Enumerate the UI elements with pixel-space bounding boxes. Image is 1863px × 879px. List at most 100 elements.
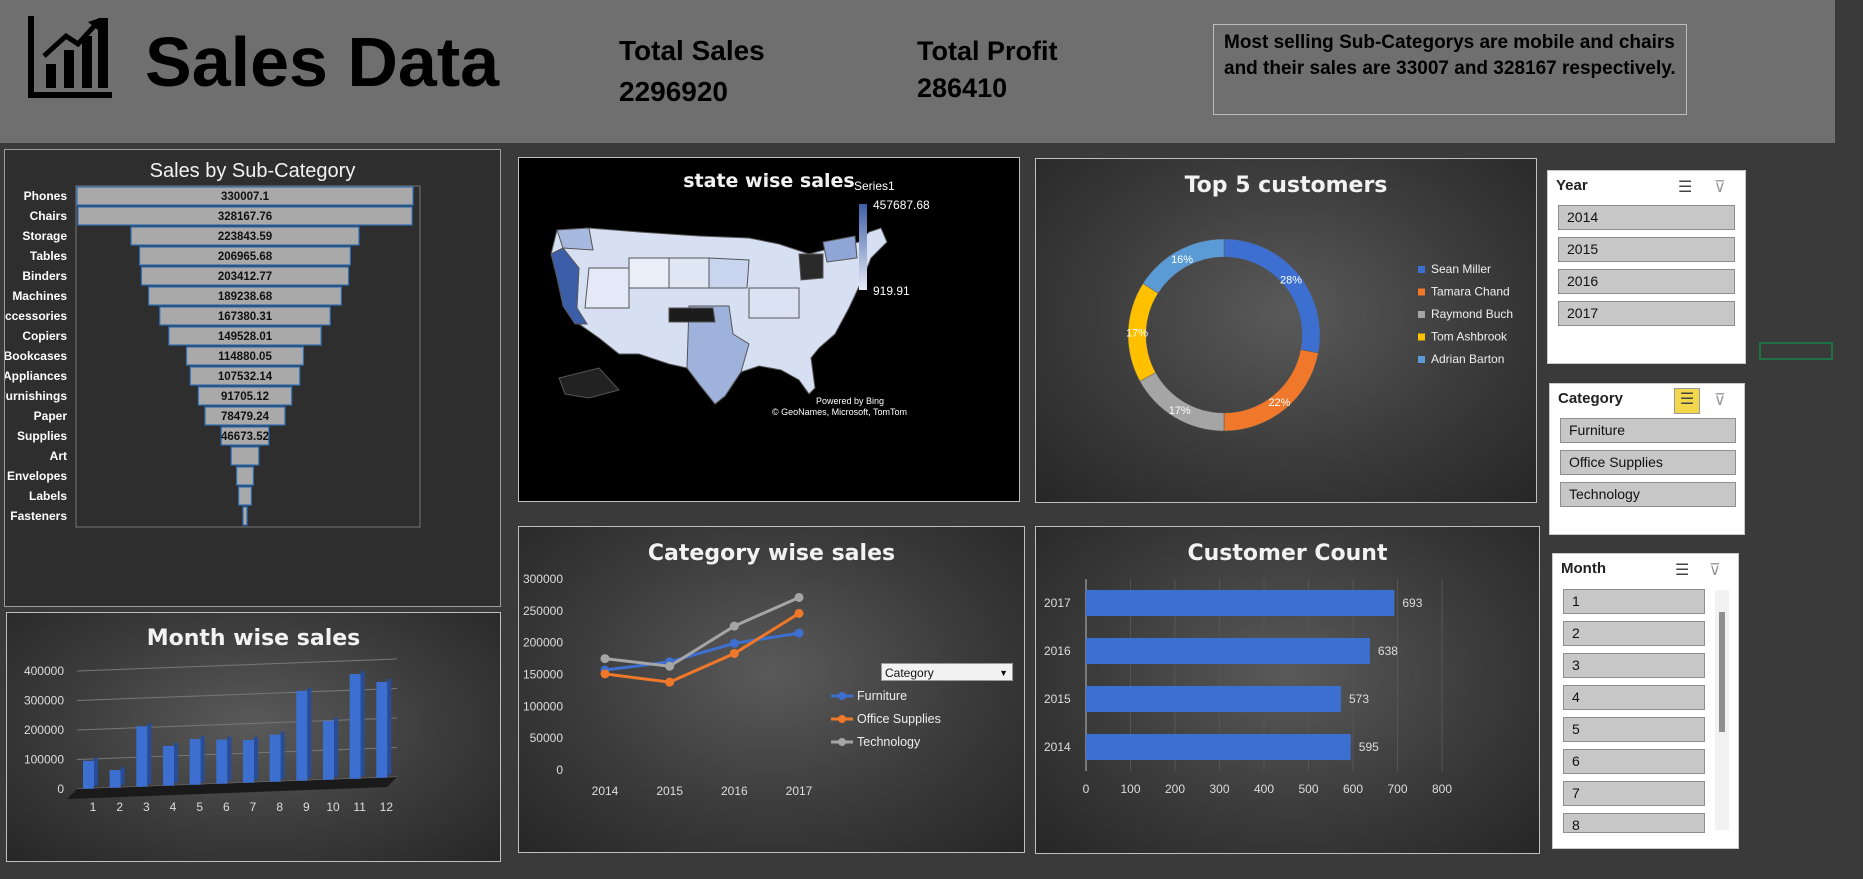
month-item[interactable]: 4 [1563,685,1705,710]
month-xtick-label: 6 [223,800,230,814]
clear-filter-icon[interactable]: ⊽ [1709,560,1721,580]
month-xtick-label: 12 [380,800,394,814]
category-legend-label: Office Supplies [857,712,941,726]
funnel-data-label: 149528.01 [218,331,273,343]
category-ytick-label: 0 [556,763,563,777]
category-legend-marker [838,715,846,723]
scrollbar-thumb[interactable] [1719,612,1725,732]
month-item[interactable]: 1 [1563,589,1705,614]
month-item[interactable]: 3 [1563,653,1705,678]
clear-filter-icon[interactable]: ⊽ [1714,390,1726,410]
category-ytick-label: 200000 [523,636,563,650]
year-item-2016[interactable]: 2016 [1558,269,1735,294]
month-xtick-label: 7 [250,800,257,814]
multi-select-icon[interactable]: ☰ [1674,388,1700,414]
customer-count-panel[interactable]: Customer Count 0 100 200 300 400 500 600 700 800… [1035,526,1540,854]
category-slicer[interactable]: Category ☰ ⊽ Furniture Office Supplies T… [1549,383,1745,535]
category-item-technology[interactable]: Technology [1560,482,1736,507]
month-bar [243,740,254,783]
total-sales-value: 2296920 [619,76,729,107]
map-legend-series: Series1 [854,179,895,193]
customer-xtick-label: 200 [1165,782,1185,796]
month-xtick-label: 9 [303,800,310,814]
map-credit-bing: Powered by Bing [816,396,885,406]
customer-data-label: 638 [1378,644,1398,658]
month-slicer-scrollbar[interactable] [1715,590,1729,830]
category-point [794,608,804,618]
category-filter-label: Category [885,666,934,680]
month-item[interactable]: 7 [1563,781,1705,806]
selected-cell[interactable] [1759,342,1833,360]
category-xtick-label: 2014 [592,784,619,798]
category-ytick-label: 100000 [523,699,563,713]
customer-bar [1086,590,1395,616]
category-series-line [604,631,800,672]
year-item-2015[interactable]: 2015 [1558,237,1735,262]
category-filter-dropdown[interactable]: Category ▼ [881,663,1013,681]
month-gridline [76,747,398,760]
customer-ytick-label: 2014 [1044,740,1071,754]
month-item[interactable]: 6 [1563,749,1705,774]
funnel-category-label: Furnishings [5,389,67,403]
funnel-category-label: Supplies [17,429,67,443]
customer-data-label: 595 [1359,740,1379,754]
total-profit-label: Total Profit [917,36,1058,66]
category-item-office-supplies[interactable]: Office Supplies [1560,450,1736,475]
funnel-chart: Phones 330007.1 Chairs 328167.76 Storage 2238… [5,185,421,528]
month-item[interactable]: 2 [1563,621,1705,646]
month-ytick-label: 200000 [24,723,64,737]
month-item[interactable]: 5 [1563,717,1705,742]
clear-filter-icon[interactable]: ⊽ [1714,177,1726,197]
month-bar-chart: 01000002000003000004000001 2 3 4 5 6 7 8 9 10 11 12 [24,658,398,814]
insight-note: Most selling Sub-Categorys are mobile an… [1213,24,1687,115]
month-bar-side [280,731,285,779]
donut-legend-swatch [1418,311,1425,318]
year-slicer-title: Year [1556,177,1588,194]
slicer-toolbar: ☰ ⊽ [1674,388,1734,414]
map-credit-sources: © GeoNames, Microsoft, TomTom [772,407,907,417]
donut-data-label: 16% [1171,254,1193,266]
multi-select-icon[interactable]: ☰ [1675,560,1689,580]
month-bar [163,745,174,786]
month-xtick-label: 2 [116,800,123,814]
month-xtick-label: 8 [276,800,283,814]
category-item-furniture[interactable]: Furniture [1560,418,1736,443]
month-bar [83,760,94,789]
customer-bar [1086,734,1351,760]
month-xtick-label: 1 [90,800,97,814]
top-customers-panel[interactable]: Top 5 customers 28% 22% 17% 17% 16% Sean Mill… [1035,158,1537,503]
month-item[interactable]: 8 [1563,813,1705,833]
category-point [729,648,739,658]
category-point [794,628,804,638]
funnel-category-label: Accessories [5,309,67,323]
month-gridline [76,688,398,701]
month-bar-side [360,671,365,776]
month-bar [349,674,361,779]
month-bar-side [147,723,152,784]
multi-select-icon[interactable]: ☰ [1678,177,1692,197]
funnel-data-label: 189238.68 [218,291,273,303]
year-item-2014[interactable]: 2014 [1558,205,1735,230]
dashboard-title: Sales Data [145,23,500,101]
month-sales-panel[interactable]: Month wise sales 0 100000 200000 300000 4000… [6,612,501,862]
year-item-2017[interactable]: 2017 [1558,301,1735,326]
year-slicer[interactable]: Year ☰ ⊽ 2014 2015 2016 2017 [1547,170,1746,364]
month-bar [109,770,121,788]
sales-by-subcategory-panel[interactable]: Sales by Sub-Category Phones 330007.1 Chai… [4,149,501,607]
month-bar [216,739,228,784]
month-bar [376,681,388,778]
funnel-category-label: Tables [30,249,67,263]
funnel-data-label: 46673.52 [221,431,269,443]
month-bar [323,720,334,780]
slicer-toolbar: ☰ ⊽ [1678,177,1734,199]
category-xtick-label: 2017 [786,784,813,798]
total-profit-value: 286410 [917,73,1008,103]
category-sales-panel[interactable]: Category wise sales 0 50000 100000 150000 20… [518,526,1025,853]
funnel-data-label: 107532.14 [218,371,273,383]
month-ytick-label: 400000 [24,664,64,678]
month-slicer[interactable]: Month ☰ ⊽ 1 2 3 4 5 6 7 8 [1552,553,1739,849]
month-slicer-title: Month [1561,560,1606,577]
category-ytick-label: 250000 [523,604,563,618]
donut-legend-swatch [1418,266,1425,273]
state-sales-map-panel[interactable]: state wise sales Series1 457687.68 919.9… [518,157,1020,502]
